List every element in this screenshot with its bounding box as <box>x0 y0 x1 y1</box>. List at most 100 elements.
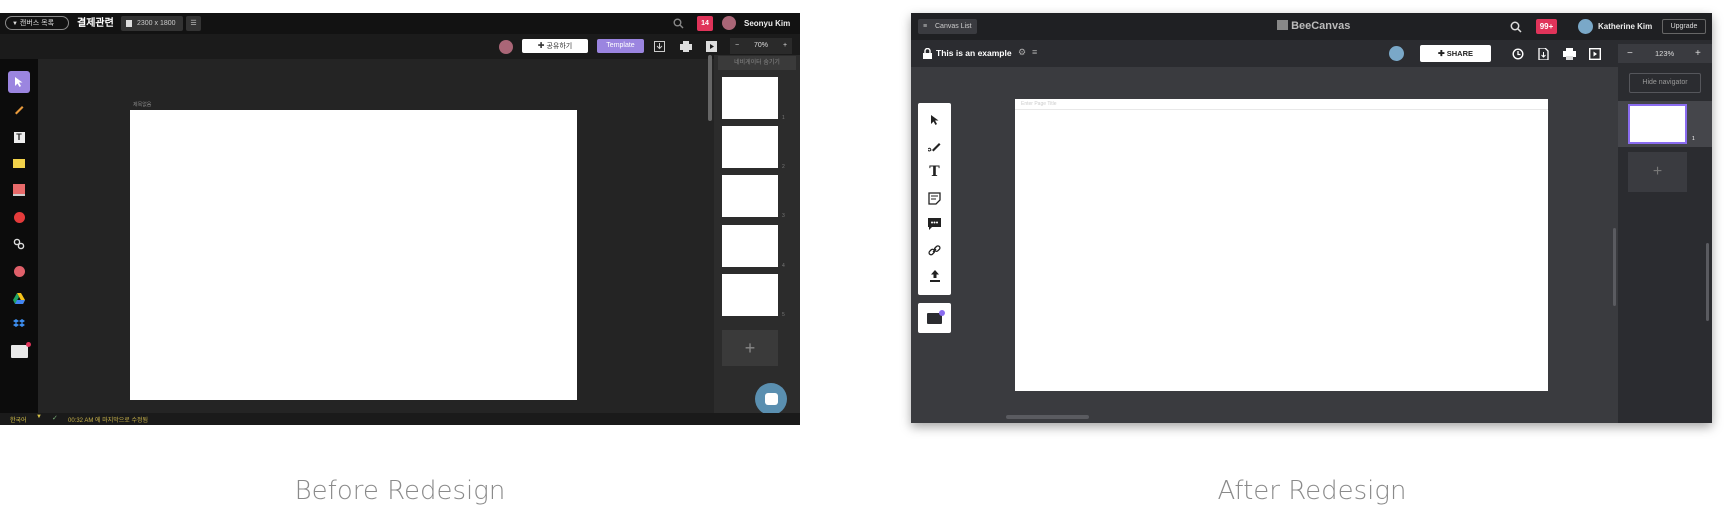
folder-button[interactable] <box>918 303 951 333</box>
folder-tool[interactable] <box>8 340 31 362</box>
zoom-in-button[interactable]: + <box>1695 44 1701 63</box>
print-icon[interactable] <box>1563 48 1576 60</box>
vertical-scrollbar[interactable] <box>1613 228 1616 306</box>
upgrade-button[interactable]: Upgrade <box>1662 19 1706 34</box>
canvas-size-button[interactable]: 2300 x 1800 <box>121 16 183 31</box>
canvas-title[interactable]: This is an example <box>936 47 1012 60</box>
before-topbar: ▼ 캔버스 목록 결제관련 2300 x 1800 ☰ 14 Seonyu Ki… <box>0 13 800 34</box>
link-tool[interactable] <box>918 239 951 261</box>
page-thumbnail[interactable] <box>1628 104 1687 144</box>
share-button[interactable]: ✚ 공유하기 <box>522 39 588 53</box>
upload-tool[interactable] <box>8 260 30 282</box>
check-icon: ✓ <box>52 415 58 422</box>
share-label: 공유하기 <box>546 43 573 50</box>
before-statusbar: 한국어 ▼ ✓ 00:32 AM 에 마지막으로 수정됨 <box>0 413 800 425</box>
chat-button[interactable] <box>755 383 787 415</box>
download-icon[interactable] <box>1538 48 1549 60</box>
search-icon[interactable] <box>673 18 684 29</box>
user-name[interactable]: Seonyu Kim <box>744 17 790 30</box>
zoom-out-button[interactable]: − <box>735 38 739 54</box>
history-icon[interactable] <box>1512 48 1524 60</box>
add-page-button[interactable]: + <box>1628 152 1687 192</box>
download-icon[interactable] <box>654 41 665 52</box>
template-button[interactable]: Template <box>597 39 644 53</box>
text-icon: T <box>929 164 940 180</box>
page-thumbnail[interactable] <box>722 126 778 168</box>
google-drive-icon <box>13 292 25 304</box>
list-icon[interactable]: ≡ <box>1032 47 1037 57</box>
before-navigator: 네비게이터 숨기기 1 2 3 4 5 + <box>714 55 800 425</box>
pen-tool[interactable] <box>8 98 30 120</box>
page-title-input[interactable]: Enter Page Title <box>1021 101 1057 107</box>
page-thumbnail[interactable] <box>722 274 778 316</box>
before-caption: Before Redesign <box>294 476 506 506</box>
plus-icon: + <box>744 338 756 358</box>
link-icon <box>13 238 25 250</box>
before-left-toolbar: T <box>0 59 38 425</box>
hide-navigator-button[interactable]: Hide navigator <box>1629 73 1701 93</box>
link-tool[interactable] <box>8 233 30 255</box>
page-thumbnail[interactable] <box>722 225 778 267</box>
lock-icon <box>923 48 932 59</box>
sticky-note-tool[interactable] <box>918 187 951 209</box>
share-button[interactable]: ✚ SHARE <box>1420 45 1491 62</box>
page-number: 5 <box>782 312 785 318</box>
pen-icon <box>927 143 940 152</box>
cursor-tool[interactable] <box>918 109 951 131</box>
page-title[interactable]: 제목없음 <box>133 101 151 108</box>
dropbox-tool[interactable] <box>8 313 30 335</box>
canvas-list-button[interactable]: ▼ 캔버스 목록 <box>5 16 69 30</box>
zoom-level: 70% <box>754 42 769 49</box>
page-thumbnail[interactable] <box>722 175 778 217</box>
avatar[interactable] <box>1578 19 1593 34</box>
avatar[interactable] <box>722 16 736 30</box>
canvas-page[interactable] <box>130 110 577 400</box>
zoom-in-button[interactable]: + <box>783 38 787 54</box>
canvas-list-label: Canvas List <box>935 23 972 30</box>
hide-navigator-button[interactable]: 네비게이터 숨기기 <box>718 56 796 70</box>
pen-icon <box>15 106 24 115</box>
vertical-scrollbar[interactable] <box>708 55 712 121</box>
sticky-note-icon <box>13 158 25 168</box>
collaborator-avatar[interactable] <box>499 40 513 54</box>
notification-badge[interactable]: 99+ <box>1536 19 1557 34</box>
print-icon[interactable] <box>680 41 692 52</box>
folder-icon <box>927 309 945 324</box>
drive-tool[interactable] <box>8 287 30 309</box>
list-button[interactable]: ☰ <box>186 16 201 31</box>
cursor-tool[interactable] <box>8 71 30 93</box>
share-label: SHARE <box>1446 49 1474 58</box>
chat-icon <box>764 393 778 405</box>
text-tool[interactable]: T <box>8 126 30 148</box>
page-number: 1 <box>1692 136 1695 142</box>
dropbox-icon <box>13 318 25 327</box>
comment-tool[interactable] <box>8 179 30 201</box>
search-icon[interactable] <box>1510 21 1522 33</box>
add-page-button[interactable]: + <box>722 330 778 366</box>
navigator-scrollbar[interactable] <box>1706 243 1709 321</box>
language-select[interactable]: 한국어 <box>10 415 27 424</box>
notification-badge[interactable]: 14 <box>697 16 713 31</box>
page-thumbnail[interactable] <box>722 77 778 119</box>
list-icon: ☰ <box>190 20 197 27</box>
folder-badge <box>939 309 945 316</box>
sticky-note-icon <box>928 191 941 205</box>
horizontal-scrollbar[interactable] <box>1006 415 1089 419</box>
gear-icon[interactable]: ⚙ <box>1018 47 1026 58</box>
text-tool[interactable]: T <box>918 161 951 183</box>
user-name[interactable]: Katherine Kim <box>1598 20 1652 33</box>
sticky-note-tool[interactable] <box>8 152 30 174</box>
after-left-toolbar: T <box>918 103 951 295</box>
upload-tool[interactable] <box>918 265 951 287</box>
image-tool[interactable] <box>8 206 30 228</box>
canvas-page[interactable]: Enter Page Title <box>1015 99 1548 391</box>
zoom-control: − 123% + <box>1618 44 1712 63</box>
zoom-out-button[interactable]: − <box>1627 44 1633 63</box>
comment-tool[interactable] <box>918 213 951 235</box>
present-icon[interactable] <box>706 41 717 52</box>
canvas-list-button[interactable]: ≡ Canvas List <box>918 19 977 34</box>
collaborator-avatar[interactable] <box>1389 46 1404 61</box>
pen-tool[interactable] <box>918 135 951 157</box>
present-icon[interactable] <box>1589 48 1601 60</box>
canvas-title: 결제관련 <box>77 18 114 29</box>
